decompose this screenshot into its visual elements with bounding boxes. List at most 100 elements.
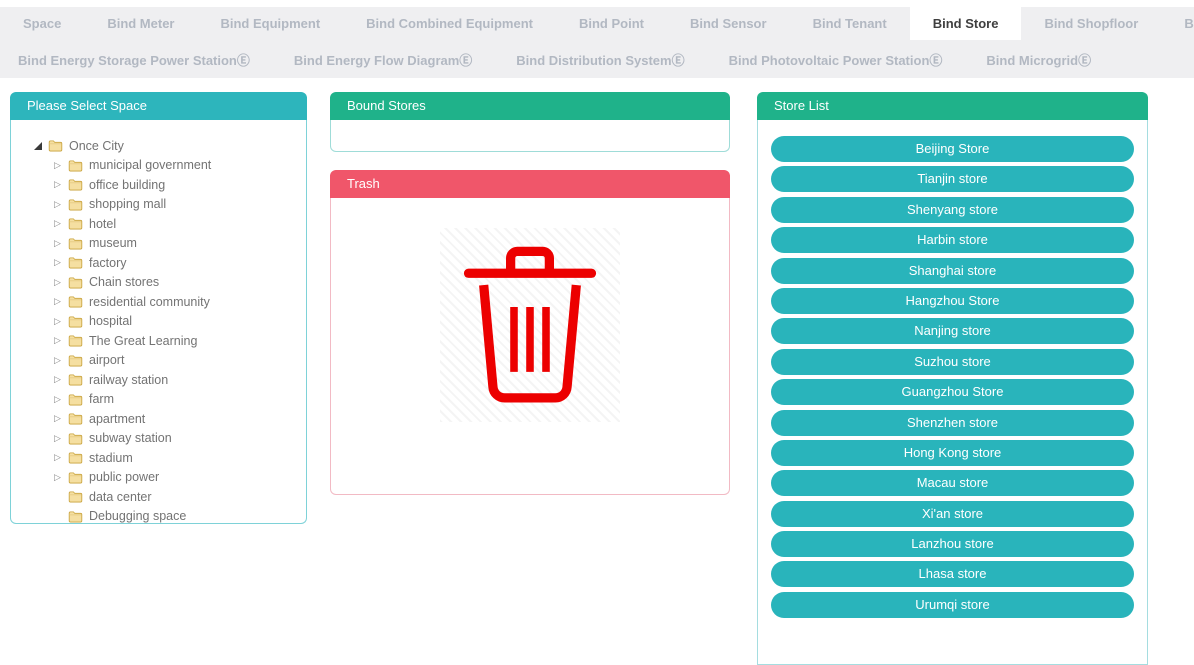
tree-node-label: Once City: [69, 139, 124, 153]
tree-node-office-building[interactable]: ▷ office building: [11, 175, 306, 195]
collapsed-arrow-icon[interactable]: ▷: [54, 453, 61, 462]
tree-node-label: residential community: [89, 295, 210, 309]
tree-node-label: subway station: [89, 431, 172, 445]
store-pill-shenzhen-store[interactable]: Shenzhen store: [771, 410, 1134, 436]
tab-bind-microgrid[interactable]: Bind MicrogridⒺ: [964, 50, 1113, 69]
folder-icon: [68, 276, 83, 289]
tab-bind-equipment[interactable]: Bind Equipment: [197, 7, 343, 40]
folder-icon: [68, 198, 83, 211]
tab-bind-sensor[interactable]: Bind Sensor: [667, 7, 790, 40]
tree-node-data-center[interactable]: data center: [11, 487, 306, 507]
collapsed-arrow-icon[interactable]: ▷: [54, 375, 61, 384]
collapsed-arrow-icon[interactable]: ▷: [54, 258, 61, 267]
tab-bind-tenant[interactable]: Bind Tenant: [790, 7, 910, 40]
tab-bind-energy-flow-diagram[interactable]: Bind Energy Flow DiagramⒺ: [272, 50, 494, 69]
collapsed-arrow-icon[interactable]: ▷: [54, 278, 61, 287]
tab-bind-combined-equipment[interactable]: Bind Combined Equipment: [343, 7, 556, 40]
tree-node-label: data center: [89, 490, 152, 504]
tree-node-apartment[interactable]: ▷ apartment: [11, 409, 306, 429]
collapsed-arrow-icon[interactable]: ▷: [54, 317, 61, 326]
tab-bar: SpaceBind MeterBind EquipmentBind Combin…: [0, 7, 1194, 78]
store-pill-xi-an-store[interactable]: Xi'an store: [771, 501, 1134, 527]
tab-bind-meter[interactable]: Bind Meter: [84, 7, 197, 40]
collapsed-arrow-icon[interactable]: ▷: [54, 239, 61, 248]
tree-arrow-slot: ▷: [54, 297, 68, 306]
store-pill-shenyang-store[interactable]: Shenyang store: [771, 197, 1134, 223]
folder-icon: [68, 159, 83, 172]
trash-title: Trash: [330, 170, 730, 198]
tree-node-label: shopping mall: [89, 197, 166, 211]
store-pill-hong-kong-store[interactable]: Hong Kong store: [771, 440, 1134, 466]
tree-node-factory[interactable]: ▷ factory: [11, 253, 306, 273]
store-list: Beijing Store Tianjin store Shenyang store…: [757, 120, 1148, 665]
folder-icon: [68, 217, 83, 230]
tab-space[interactable]: Space: [0, 7, 84, 40]
store-pill-guangzhou-store[interactable]: Guangzhou Store: [771, 379, 1134, 405]
store-pill-beijing-store[interactable]: Beijing Store: [771, 136, 1134, 162]
tree-node-public-power[interactable]: ▷ public power: [11, 468, 306, 488]
collapsed-arrow-icon[interactable]: ▷: [54, 473, 61, 482]
tree-node-subway-station[interactable]: ▷ subway station: [11, 429, 306, 449]
store-pill-nanjing-store[interactable]: Nanjing store: [771, 318, 1134, 344]
tree-node-farm[interactable]: ▷ farm: [11, 390, 306, 410]
collapsed-arrow-icon[interactable]: ▷: [54, 434, 61, 443]
tab-bind-distribution-system[interactable]: Bind Distribution SystemⒺ: [494, 50, 706, 69]
folder-icon: [48, 139, 63, 152]
bound-stores-title: Bound Stores: [330, 92, 730, 120]
collapsed-arrow-icon[interactable]: ▷: [54, 336, 61, 345]
collapsed-arrow-icon[interactable]: ▷: [54, 395, 61, 404]
collapsed-arrow-icon[interactable]: ▷: [54, 219, 61, 228]
tree-node-hotel[interactable]: ▷ hotel: [11, 214, 306, 234]
expanded-arrow-icon[interactable]: [34, 142, 42, 150]
tree-arrow-slot: ▷: [54, 317, 68, 326]
tree-node-hospital[interactable]: ▷ hospital: [11, 312, 306, 332]
tree-node-label: public power: [89, 470, 159, 484]
tree-node-label: factory: [89, 256, 127, 270]
tab-bind-shopfloor[interactable]: Bind Shopfloor: [1021, 7, 1161, 40]
tab-bind-store[interactable]: Bind Store: [910, 7, 1022, 40]
collapsed-arrow-icon[interactable]: ▷: [54, 161, 61, 170]
store-pill-hangzhou-store[interactable]: Hangzhou Store: [771, 288, 1134, 314]
tree-node-stadium[interactable]: ▷ stadium: [11, 448, 306, 468]
tab-bar-row2: Bind Energy Storage Power StationⒺBind E…: [0, 40, 1194, 78]
store-pill-tianjin-store[interactable]: Tianjin store: [771, 166, 1134, 192]
trash-dropzone[interactable]: [330, 198, 730, 495]
tree-arrow-slot: ▷: [54, 278, 68, 287]
tree-node-label: farm: [89, 392, 114, 406]
collapsed-arrow-icon[interactable]: ▷: [54, 200, 61, 209]
collapsed-arrow-icon[interactable]: ▷: [54, 414, 61, 423]
store-pill-lhasa-store[interactable]: Lhasa store: [771, 561, 1134, 587]
tree-arrow-slot: ▷: [54, 336, 68, 345]
collapsed-arrow-icon[interactable]: ▷: [54, 297, 61, 306]
tab-bind-photovoltaic-power-station[interactable]: Bind Photovoltaic Power StationⒺ: [707, 50, 965, 69]
tree-node-airport[interactable]: ▷ airport: [11, 351, 306, 371]
store-pill-urumqi-store[interactable]: Urumqi store: [771, 592, 1134, 618]
tree-node-label: The Great Learning: [89, 334, 197, 348]
store-pill-macau-store[interactable]: Macau store: [771, 470, 1134, 496]
bound-stores-panel: Bound Stores: [330, 92, 730, 152]
tree-arrow-slot: ▷: [54, 258, 68, 267]
tree-node-chain-stores[interactable]: ▷ Chain stores: [11, 273, 306, 293]
tab-bar-row1: SpaceBind MeterBind EquipmentBind Combin…: [0, 7, 1194, 40]
bound-stores-dropzone[interactable]: [330, 120, 730, 152]
tree-node-municipal-government[interactable]: ▷ municipal government: [11, 156, 306, 176]
store-pill-shanghai-store[interactable]: Shanghai store: [771, 258, 1134, 284]
tree-node-museum[interactable]: ▷ museum: [11, 234, 306, 254]
tree-node-the-great-learning[interactable]: ▷ The Great Learning: [11, 331, 306, 351]
collapsed-arrow-icon[interactable]: ▷: [54, 180, 61, 189]
tree-node-residential-community[interactable]: ▷ residential community: [11, 292, 306, 312]
tree-node-shopping-mall[interactable]: ▷ shopping mall: [11, 195, 306, 215]
collapsed-arrow-icon[interactable]: ▷: [54, 356, 61, 365]
tab-bind-working-calendar[interactable]: Bind Working Calendar: [1161, 7, 1194, 40]
tree-node-once-city[interactable]: Once City: [11, 136, 306, 156]
store-pill-lanzhou-store[interactable]: Lanzhou store: [771, 531, 1134, 557]
tree-node-debugging-space[interactable]: Debugging space: [11, 507, 306, 525]
tree-arrow-slot: ▷: [54, 414, 68, 423]
tree-node-railway-station[interactable]: ▷ railway station: [11, 370, 306, 390]
bind-store-page: { "nav": { "active_tab": "Bind Store", "…: [0, 0, 1194, 637]
tab-bind-energy-storage-power-station[interactable]: Bind Energy Storage Power StationⒺ: [18, 50, 272, 69]
store-pill-harbin-store[interactable]: Harbin store: [771, 227, 1134, 253]
tree-node-label: office building: [89, 178, 165, 192]
tab-bind-point[interactable]: Bind Point: [556, 7, 667, 40]
store-pill-suzhou-store[interactable]: Suzhou store: [771, 349, 1134, 375]
